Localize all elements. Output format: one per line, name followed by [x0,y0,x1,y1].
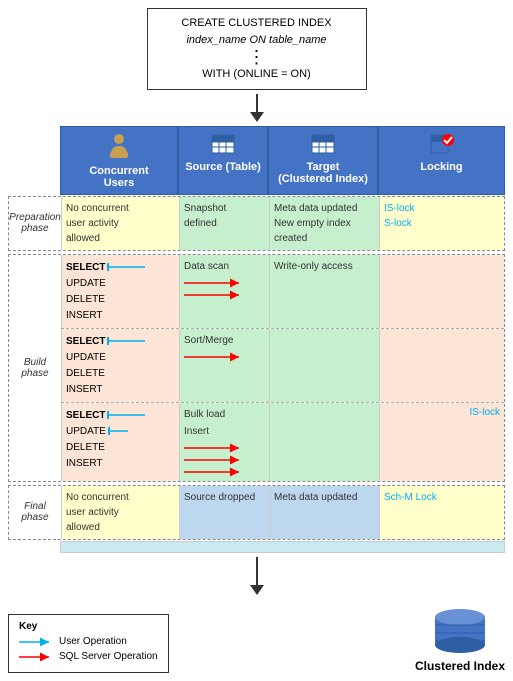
header-locking: Locking [378,126,505,195]
build-sub2-ops: SELECT UPDATE DELETE INSERT [66,334,175,397]
sql-line3: WITH (ONLINE = ON) [158,66,356,83]
data-scan-arrow1 [184,278,244,288]
prep-concurrent-cell: No concurrent user activity allowed [61,197,179,250]
build-is-lock: IS-lock [384,407,500,418]
key-title: Key [19,621,158,632]
person-icon [107,132,131,160]
build-sub2-target [269,329,379,402]
build-sub1-target: Write-only access [269,255,379,328]
build-sub3: SELECT UPDATE [61,402,504,481]
final-target-cell: Meta data updated [269,486,379,539]
key-sql-op-item: SQL Server Operation [19,651,158,663]
final-source-text: Source dropped [184,490,265,505]
sql-dots: ⋮ [158,48,356,66]
clustered-index-icon [430,605,490,655]
build-sub2-source: Sort/Merge [179,329,269,402]
build-sub1-concurrent: SELECT UPDATE DELETE INSERT [61,255,179,328]
header-source: Source (Table) [178,126,268,195]
header-target: Target(Clustered Index) [268,126,378,195]
sql-box: CREATE CLUSTERED INDEX index_name ON tab… [147,8,367,90]
select3-arrow-left [107,410,145,420]
build-sub3-source: Bulk load Insert [179,403,269,481]
build-sub2-concurrent: SELECT UPDATE DELETE INSERT [61,329,179,402]
key-user-op-item: User Operation [19,636,158,648]
clustered-index-label: Clustered Index [415,659,505,673]
checkmark-icon [430,132,454,156]
header-concurrent-label: ConcurrentUsers [89,165,148,189]
prep-content-cols: No concurrent user activity allowed Snap… [61,197,504,250]
build-sub1: SELECT UPDATE DELETE INSERT [61,255,504,328]
build-sub3-ops: SELECT UPDATE [66,408,175,471]
build-sub3-target [269,403,379,481]
select2-arrow-left [107,336,145,346]
build-sub1-locking [379,255,504,328]
build-sub3-source-text: Bulk load Insert [184,407,265,477]
final-phase-label: Finalphase [9,486,61,539]
preparation-phase-section: Preparationphase No concurrent user acti… [8,196,505,251]
header-locking-label: Locking [420,161,462,173]
build-sub1-target-text: Write-only access [274,259,375,274]
prep-source-text: Snapshot defined [184,201,265,231]
bulk-arrow2 [184,455,244,465]
build-sub1-source: Data scan [179,255,269,328]
build-sub3-concurrent: SELECT UPDATE [61,403,179,481]
bottom-bar [8,541,505,553]
sql-line1: CREATE CLUSTERED INDEX [158,15,356,32]
final-content-cols: No concurrent user activity allowed Sour… [61,486,504,539]
final-locking-text: Sch-M Lock [384,490,500,505]
prep-is-lock: IS-lock [384,201,500,216]
update-arrow-left [108,426,128,436]
prep-locking-text: IS-lock S-lock [384,201,500,231]
key-section: Key User Operation SQL Server Operation [8,614,169,673]
final-concurrent-text: No concurrent user activity allowed [66,490,175,535]
clustered-index-section: Clustered Index [415,605,505,673]
data-scan-arrow2 [184,290,244,300]
final-down-arrow [242,557,272,597]
header-target-label: Target(Clustered Index) [278,161,368,185]
bottom-row: Key User Operation SQL Server Operation [8,601,505,673]
final-source-cell: Source dropped [179,486,269,539]
build-phase-label: Buildphase [9,255,61,481]
main-down-arrow [242,94,272,124]
source-table-icon [211,132,235,156]
prep-target-text: Meta data updated New empty index create… [274,201,375,246]
key-user-op-label: User Operation [59,636,127,647]
prep-target-cell: Meta data updated New empty index create… [269,197,379,250]
prep-locking-cell: IS-lock S-lock [379,197,504,250]
prep-phase-label: Preparationphase [9,197,61,250]
key-sql-op-label: SQL Server Operation [59,651,158,662]
final-target-text: Meta data updated [274,490,375,505]
bulk-arrow1 [184,443,244,453]
build-phase-section: Buildphase SELECT [8,254,505,482]
target-table-icon [311,132,335,156]
prep-concurrent-text: No concurrent user activity allowed [66,201,175,246]
header-concurrent-users: ConcurrentUsers [60,126,178,195]
select-arrow-left [107,262,145,272]
sort-merge-arrow [184,352,244,362]
build-sub1-ops: SELECT UPDATE DELETE INSERT [66,260,175,323]
prep-source-cell: Snapshot defined [179,197,269,250]
build-sub-sections: SELECT UPDATE DELETE INSERT [61,255,504,481]
final-locking-cell: Sch-M Lock [379,486,504,539]
build-sub2-source-text: Sort/Merge [184,333,265,367]
main-container: CREATE CLUSTERED INDEX index_name ON tab… [0,0,513,681]
prep-s-lock: S-lock [384,216,500,231]
final-phase-section: Finalphase No concurrent user activity a… [8,485,505,540]
build-sub1-source-text: Data scan [184,259,265,300]
key-red-arrow-icon [19,651,55,663]
build-sub3-locking: IS-lock [379,403,504,481]
header-source-label: Source (Table) [185,161,261,173]
sql-line2: index_name ON table_name [158,32,356,49]
header-row: ConcurrentUsers Source (Table) [8,126,505,195]
build-sub2: SELECT UPDATE DELETE INSERT [61,328,504,402]
bulk-arrow3 [184,467,244,477]
key-blue-arrow-icon [19,636,55,648]
build-sub2-locking [379,329,504,402]
build-phase-wrapper: Buildphase SELECT [9,255,504,481]
final-concurrent-cell: No concurrent user activity allowed [61,486,179,539]
final-sch-lock: Sch-M Lock [384,490,500,505]
